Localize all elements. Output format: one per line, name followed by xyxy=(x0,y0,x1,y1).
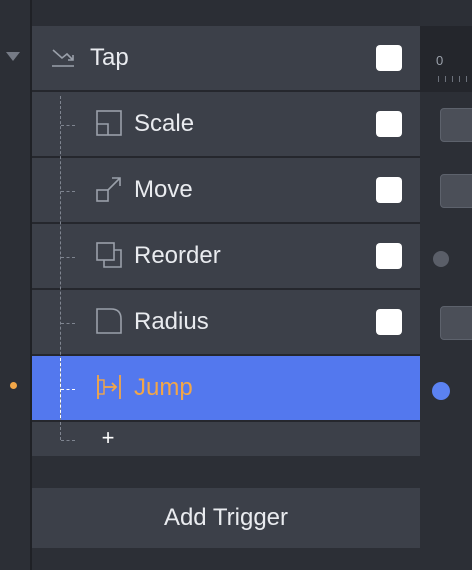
tree-branch xyxy=(61,191,75,192)
layer-checkbox[interactable] xyxy=(376,243,402,269)
add-trigger-button[interactable]: Add Trigger xyxy=(32,488,420,548)
layer-row-radius[interactable]: Radius xyxy=(32,290,420,354)
tree-branch xyxy=(61,440,75,441)
layer-checkbox[interactable] xyxy=(376,45,402,71)
tree-branch xyxy=(61,257,75,258)
tree-connector-selected xyxy=(60,358,61,418)
left-gutter xyxy=(0,0,30,570)
active-indicator-dot xyxy=(10,382,17,389)
tree-branch xyxy=(61,389,75,390)
timeline-dot-reorder[interactable] xyxy=(433,251,449,267)
layer-row-tap[interactable]: Tap xyxy=(32,26,420,90)
timeline-keyframe-radius[interactable] xyxy=(440,306,472,340)
add-child-button[interactable]: + xyxy=(98,427,118,449)
layer-checkbox[interactable] xyxy=(376,111,402,137)
scale-icon xyxy=(96,110,122,136)
move-icon xyxy=(96,177,121,202)
layer-label: Jump xyxy=(134,374,193,401)
timeline-ruler: 0 xyxy=(420,26,472,92)
timeline-ticks xyxy=(438,76,472,82)
layer-label: Tap xyxy=(90,44,129,71)
layer-label: Radius xyxy=(134,308,209,335)
layer-label: Scale xyxy=(134,110,195,137)
tree-branch xyxy=(61,323,75,324)
tree-branch xyxy=(61,125,75,126)
collapse-arrow-icon[interactable] xyxy=(6,52,20,61)
add-child-row xyxy=(32,422,420,456)
layer-row-scale[interactable]: Scale xyxy=(32,92,420,156)
timeline-dot-jump[interactable] xyxy=(432,382,450,400)
timeline-keyframe-scale[interactable] xyxy=(440,108,472,142)
radius-icon xyxy=(96,308,122,334)
jump-icon xyxy=(97,375,121,399)
layer-checkbox[interactable] xyxy=(376,177,402,203)
layer-checkbox[interactable] xyxy=(376,309,402,335)
tap-trigger-icon xyxy=(52,49,74,67)
timeline-tick-label: 0 xyxy=(436,53,444,68)
timeline-keyframe-move[interactable] xyxy=(440,174,472,208)
panel-top-strip xyxy=(32,0,420,26)
layer-label: Reorder xyxy=(134,242,221,269)
layer-row-move[interactable]: Move xyxy=(32,158,420,222)
layer-label: Move xyxy=(134,176,193,203)
reorder-icon xyxy=(96,242,122,268)
layer-row-jump[interactable]: Jump xyxy=(32,356,420,420)
layer-row-reorder[interactable]: Reorder xyxy=(32,224,420,288)
